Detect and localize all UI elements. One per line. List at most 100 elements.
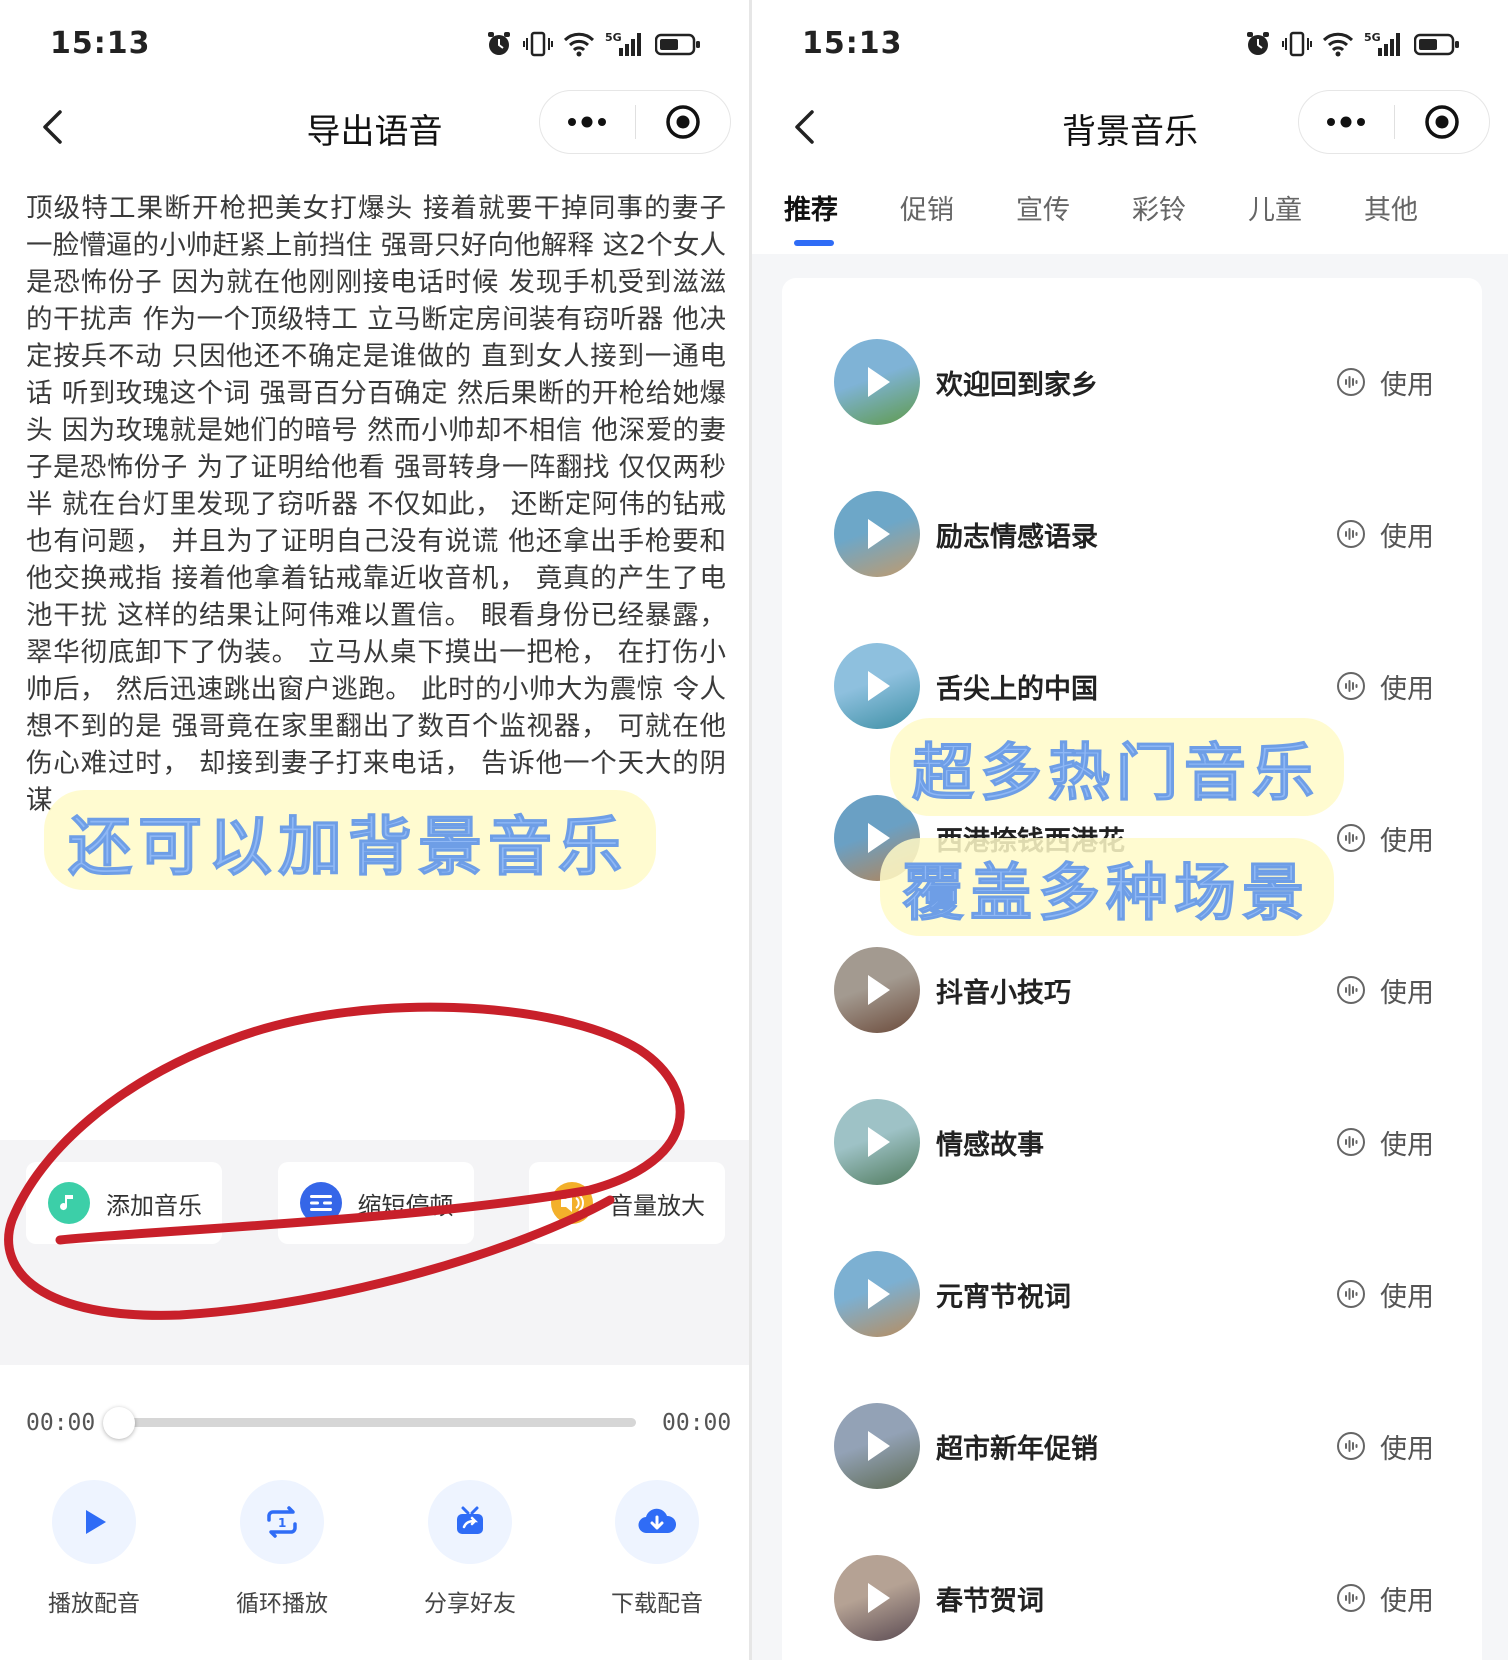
status-time: 15:13 (50, 26, 151, 61)
play-icon (868, 519, 890, 549)
tab-other[interactable]: 其他 (1364, 170, 1480, 254)
music-row[interactable]: 励志情感语录 使用 (834, 484, 1434, 584)
music-name: 元宵节祝词 (936, 1281, 1071, 1313)
loop-icon: 1 (240, 1480, 324, 1564)
current-time: 00:00 (26, 1410, 96, 1436)
play-icon (868, 975, 890, 1005)
tab-publicity[interactable]: 宣传 (1016, 170, 1132, 254)
wifi-icon (563, 32, 595, 57)
music-name: 舌尖上的中国 (936, 673, 1098, 705)
signal-5g-icon: 5G (605, 31, 641, 56)
music-cover[interactable] (834, 1099, 920, 1185)
total-time: 00:00 (662, 1410, 732, 1436)
status-icons: 5G (1244, 30, 1460, 58)
battery-icon (1414, 33, 1459, 56)
loop-play-label: 循环播放 (236, 1591, 328, 1617)
use-button[interactable]: 使用 (1336, 1579, 1434, 1618)
status-icons: 5G (485, 30, 701, 58)
music-cover[interactable] (834, 1555, 920, 1641)
audio-wave-icon (1337, 824, 1365, 852)
play-icon (868, 1127, 890, 1157)
audio-wave-icon (1337, 520, 1365, 548)
svg-text:1: 1 (278, 1516, 286, 1530)
music-name: 抖音小技巧 (936, 977, 1071, 1009)
music-row[interactable]: 欢迎回到家乡 使用 (834, 332, 1434, 432)
music-cover[interactable] (834, 339, 920, 425)
tab-recommend[interactable]: 推荐 (784, 170, 900, 254)
nav-bar: 背景音乐 (752, 90, 1508, 170)
music-list: 欢迎回到家乡使用励志情感语录使用舌尖上的中国使用西港捺钱西港花使用抖音小技巧使用… (782, 278, 1482, 1660)
annotation-popular-music: 超多热门音乐 (890, 718, 1345, 816)
music-name: 欢迎回到家乡 (936, 369, 1098, 401)
share-icon (428, 1480, 512, 1564)
svg-text:5G: 5G (605, 31, 622, 44)
progress-knob[interactable] (103, 1407, 135, 1439)
audio-wave-icon (1337, 1280, 1365, 1308)
use-label: 使用 (1380, 977, 1434, 1009)
svg-text:5G: 5G (1364, 31, 1381, 44)
progress-track[interactable] (118, 1418, 636, 1427)
music-cover[interactable] (834, 1251, 920, 1337)
audio-wave-icon (1337, 1128, 1365, 1156)
music-name: 超市新年促销 (936, 1433, 1098, 1465)
use-button[interactable]: 使用 (1336, 819, 1434, 858)
status-time: 15:13 (802, 26, 903, 61)
use-button[interactable]: 使用 (1336, 1123, 1434, 1162)
red-circle-annotation (4, 1002, 685, 1320)
more-dots-icon (568, 116, 607, 128)
music-cover[interactable] (834, 491, 920, 577)
use-button[interactable]: 使用 (1336, 667, 1434, 706)
share-friends-label: 分享好友 (424, 1591, 516, 1617)
music-name: 励志情感语录 (936, 521, 1098, 553)
more-button[interactable] (540, 91, 635, 153)
annotation-add-music: 还可以加背景音乐 (44, 790, 656, 890)
use-button[interactable]: 使用 (1336, 1275, 1434, 1314)
music-name: 情感故事 (936, 1129, 1044, 1161)
music-row[interactable]: 元宵节祝词 使用 (834, 1244, 1434, 1344)
music-cover[interactable] (834, 947, 920, 1033)
download-icon (615, 1480, 699, 1564)
use-label: 使用 (1380, 1585, 1434, 1617)
use-button[interactable]: 使用 (1336, 971, 1434, 1010)
background-music-screen: 15:13 5G 背景音乐 推荐 促销 宣传 彩铃 儿童 其他 欢迎回到家乡 使用 (752, 0, 1508, 1660)
loop-play-button[interactable]: 1 循环播放 (207, 1480, 357, 1618)
close-miniapp-button[interactable] (1395, 91, 1490, 153)
music-row[interactable]: 春节贺词 使用 (834, 1548, 1434, 1648)
play-icon (868, 1583, 890, 1613)
signal-5g-icon: 5G (1364, 31, 1400, 56)
tab-promotion[interactable]: 促销 (900, 170, 1016, 254)
close-miniapp-button[interactable] (636, 91, 731, 153)
status-bar: 15:13 5G (752, 0, 1508, 90)
use-button[interactable]: 使用 (1336, 363, 1434, 402)
tab-ringtone[interactable]: 彩铃 (1132, 170, 1248, 254)
download-dubbing-label: 下载配音 (611, 1591, 703, 1617)
tab-children[interactable]: 儿童 (1248, 170, 1364, 254)
audio-wave-icon (1337, 1432, 1365, 1460)
use-button[interactable]: 使用 (1336, 1427, 1434, 1466)
use-label: 使用 (1380, 369, 1434, 401)
download-dubbing-button[interactable]: 下载配音 (582, 1480, 732, 1618)
play-dubbing-button[interactable]: 播放配音 (19, 1480, 169, 1618)
use-label: 使用 (1380, 673, 1434, 705)
music-row[interactable]: 情感故事 使用 (834, 1092, 1434, 1192)
play-icon (868, 367, 890, 397)
play-icon (868, 1431, 890, 1461)
music-cover[interactable] (834, 643, 920, 729)
share-friends-button[interactable]: 分享好友 (395, 1480, 545, 1618)
use-button[interactable]: 使用 (1336, 515, 1434, 554)
alarm-icon (488, 32, 510, 55)
play-icon (868, 1279, 890, 1309)
music-row[interactable]: 抖音小技巧 使用 (834, 940, 1434, 1040)
play-icon (52, 1480, 136, 1564)
target-icon (666, 105, 700, 139)
music-row[interactable]: 超市新年促销 使用 (834, 1396, 1434, 1496)
use-label: 使用 (1380, 825, 1434, 857)
play-icon (868, 823, 890, 853)
audio-wave-icon (1337, 976, 1365, 1004)
music-cover[interactable] (834, 1403, 920, 1489)
annotation-many-scenes: 覆盖多种场景 (880, 838, 1335, 936)
more-button[interactable] (1299, 91, 1394, 153)
audio-wave-icon (1337, 368, 1365, 396)
miniapp-capsule (1298, 90, 1490, 154)
alarm-icon (1247, 32, 1269, 55)
